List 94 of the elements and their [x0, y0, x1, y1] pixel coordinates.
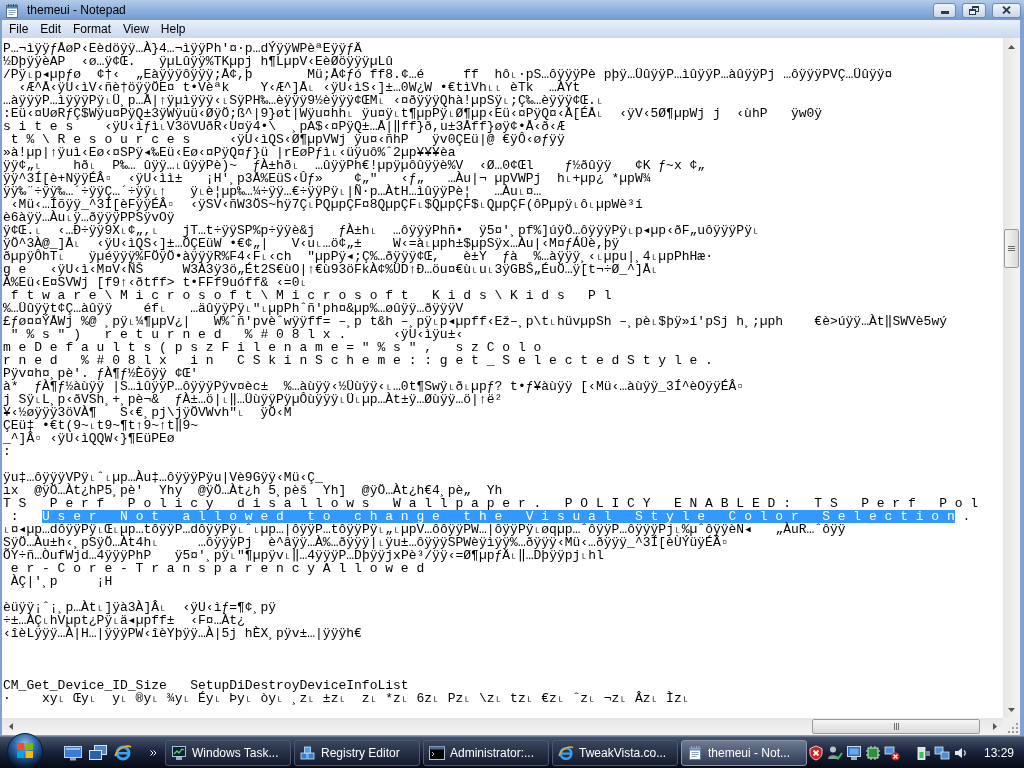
grip-icon	[893, 723, 899, 730]
text-line: ‹Æ^Å‹ÿU‹ìV‹ñè†öÿÿÖE¤ t•Vèªk Y‹Æ^]Å˪ ‹ÿU‹ìS‹]±…0W¿W •€tìVh˪˪ èTk …ÀYt	[18, 81, 581, 94]
network-icon[interactable]	[933, 744, 950, 761]
terminal-icon	[429, 744, 445, 761]
down-arrow-icon	[1008, 707, 1015, 712]
e-logo-icon	[558, 744, 574, 761]
desktop-icon[interactable]	[64, 744, 82, 761]
text-line: ÕY÷ñ…ÒufWjd…4ÿÿÿPhP ÿ5¤'¸pÿ˪"¶µpÿv˪‖…4ÿÿÿP…DþÿÿjxPè³/ÿÿ‹=Ø¶µpƒÄ˪‖…Dþÿÿpj˪hl	[3, 549, 604, 562]
text-line: .	[961, 510, 971, 523]
text-line: ÿu‡…ôÿÿÿVPÿ˪ˆ˪µp…Àu‡…ôÿÿÿPÿu|Vè9Gÿÿ‹Mü‹Ç_	[3, 471, 323, 484]
text-line: P…¬ìÿÿƒÅøP‹Eèdöÿÿ…À}4…¬ìÿÿPh'¤·p…dÝÿÿWPèªEÿÿƒÄ	[3, 42, 362, 55]
menu-item[interactable]: Format	[67, 20, 118, 38]
cubes-icon	[300, 744, 316, 761]
text-line: :	[3, 445, 11, 458]
text-line: SÿÖ…Àu±h‹¸pSÿÖ…Àt4h˪ …ôÿÿÿPj è^âÿÿ…À%…ðÿÿÿ|˪ÿu±…ôÿÿÿSPWèÿìÿÿ%…ðÿÿÿ‹Mü‹…ðÿÿÿ_^3Í[èÙÝüÿÉÂ▫	[3, 536, 729, 549]
text-line: ÿÖ^3À@_]Å˪ ‹ÿU‹ìQS‹]±…ÖÇEüW •€¢„| V‹u˪…ö¢„± W‹=à˪µph±$µpSÿx…Àu|‹M¤ƒÁÜè,þÿ	[3, 237, 620, 250]
user-check-icon[interactable]	[826, 744, 843, 761]
restore-button[interactable]	[962, 2, 986, 18]
menu-item[interactable]: Help	[154, 20, 192, 38]
security-alert-icon[interactable]	[807, 744, 824, 761]
text-line: »à!µp|↑ÿuì‹Eø‹¤SPÿ◂‰Eü‹Eø‹¤PÿQ¤ƒ}ü |rEøPƒì˪‹üÿuô%ˆ2µp¥¥¥èa	[3, 146, 456, 159]
notepad-icon	[687, 744, 703, 761]
power-plug-icon[interactable]	[914, 744, 931, 761]
text-line: è6àÿÿ…Àu˪ÿ…ðÿÿÿPPSÿvOÿ	[3, 211, 175, 224]
resize-grip-icon	[1008, 723, 1018, 733]
text-line: %…Üûÿÿt¢Ç…àûÿÿ éf˪ …äûÿÿPÿ˪"˪µpPhˆñ'ph¤&µp%…øûÿÿ…ðÿÿÿV	[3, 302, 464, 315]
text-line: :	[10, 510, 19, 523]
taskbar-button[interactable]: themeui - Not...	[681, 739, 807, 766]
text-line: g e ‹ÿU‹ì‹M¤V‹ÑŠ W3À3ÿ3ö„Ét2S€ùO|↑€ù93öFkÀ¢%ÜD↑Ð…öu¤€ù˪u˪3ÿGBŠ„ÉuÖ…ÿ[t¬÷Ø_^]Å˪	[3, 263, 659, 276]
window-title: themeui - Notepad	[27, 3, 126, 17]
text-line: · xy˪ Œy˪ y˪ ®y˪ ¾y˪ Éy˪ Þy˪ òy˪ ¸z˪ ±z˪ z˪ *z˪ 6z˪ Pz˪ \z˪ tz˪ €z˪ ˆz˪ ¬z˪ Âz˪ Ìz˪	[3, 692, 690, 705]
text-editor[interactable]	[2, 38, 1003, 718]
text-line: ‹îèLÿÿÿ…À|H…|ÿÿÿPW‹îèYþÿÿ…À|5j hÈX¸pÿv±…|ÿÿÿh€	[3, 627, 362, 640]
text-line: " % s " ) r e t u r n e d % # 0 8 l x . ‹ÿU‹ìÿu±‹	[10, 328, 464, 341]
text-line: /Pÿ˪p◂µpƒø ¢†‹ „Eàÿÿÿôÿÿÿ;Å¢,þ Mü;Å¢ƒó ff8.¢…é ff hô˪·pS…ôÿÿÿPè pþÿ…ÜûÿÿP…ìûÿÿP…àûÿÿPj …ôÿÿÿPVÇ…Üûÿÿ¤	[3, 68, 893, 81]
text-line: ½DþÿÿèAP ‹ø…ÿ¢Œ. ÿµLûÿÿ%TKµpj h¶LµpV‹EèØöÿÿÿµLû	[3, 55, 394, 68]
text-line: s i t e s ‹ÿU‹ìƒì˪V3öVUðR‹U¤ÿ4•\ ¸pA$‹¤PÿQ±…Å|‖ff}ð,u±3Åff}øÿ¢•Å‹ð‹Æ	[3, 120, 565, 133]
monitor-chart-icon	[171, 744, 187, 761]
stacked-windows-icon[interactable]	[89, 744, 107, 761]
taskbar-button[interactable]: TweakVista.co...	[552, 739, 678, 766]
text-line: ¥‹½øÿÿÿ3öVÀ¶ S‹€¸pj\jÿÖVWvh"˪ ÿÖ‹M	[3, 406, 292, 419]
text-line: ˪¤◂µp…dôÿÿPÿ˪Œ˪µp…tôÿÿP…dôÿÿPÿ˪ˆ˪µp…|ôÿÿP…tôÿÿPÿ˪„˪µpV…ôôÿÿPW…|ôÿÿPÿ˪øqµp…ˆôÿÿP…ôÿÿÿPj˪%µˆôÿÿèN◂ „ÀuR…ˆôÿÿ	[3, 523, 846, 536]
text-line: …àÿÿÿP…ìÿÿÿPÿ˪Ü¸p…Å|↑ÿµìÿÿÿ‹˪SÿPH‰…èÿÿÿ9½èÿÿÿ¢ŒM˪ ‹¤ðÿÿÿQhà!µpSÿ˪;Ç‰…èÿÿÿ¢Œ.˪	[3, 94, 604, 107]
scroll-thumb[interactable]	[1004, 229, 1019, 268]
up-arrow-icon	[1008, 44, 1015, 49]
taskbar-button[interactable]: Windows Task...	[165, 739, 291, 766]
text-line: t % \ R e s o u r c e s ‹ÿU‹ìQS‹Ø¶µpVWj ÿu¤‹ñhP ÿv0ÇEü|@ €ÿÔ‹øƒÿÿ	[10, 133, 565, 146]
monitor-icon[interactable]	[845, 744, 862, 761]
text-line: j Sÿ˪L¸p‹ðVSh¸+¸pè¬& ƒÀ±…ö|˪‖…ÜùÿÿPÿµÔùÿÿÿ˪Ü˪µp…Àt±ÿ…Øùÿÿ…ö|↑ë²	[3, 393, 503, 406]
text-line: ÷±…ÀÇ˪hVµpt¿Pÿ˪ä◂µpff± ‹F¤…Àt¿	[3, 614, 245, 627]
text-line: r n e d % # 0 8 l x i n C S k i n S c h e m e : : g e t _ S e l e c t e d S t y l e .	[3, 354, 713, 367]
left-arrow-icon	[8, 723, 13, 730]
selected-text: U s e r N o t a l l o w e d t o c h a n g e t h e V i s u a l S t y l e C o l o r S e l e c t i o n	[42, 510, 955, 523]
menu-item[interactable]: View	[117, 20, 155, 38]
double-chevron-icon[interactable]	[150, 749, 157, 756]
text-line: :Eü‹¤UøRƒÇ$Wÿu¤PÿQ±3ÿWÿuü‹ØÿÖ;ß^|9}øt|Wÿu¤hh˪ ÿu¤ÿ˪t¶µpPÿ˪Ø¶µp‹Eü‹¤PÿQ¤‹Å[ÉÅ˪ ‹ÿV‹5Ø¶µpWj j ‹ùhP ÿw0ÿ	[3, 107, 823, 120]
taskbar-button[interactable]: Administrator:...	[423, 739, 549, 766]
close-icon	[1002, 6, 1011, 14]
text-line: e r - C o r e - T r a n s p a r e n c y A l l o w e d	[10, 562, 425, 575]
text-line: èüÿÿ¡ˆ¡¸p…Àt˪]ÿà3À]Â˪ ‹ÿU‹ìƒ=¶¢¸pÿ	[3, 601, 277, 614]
text-line: ıx @ÿÖ…Àt¿hP5¸pè' Yhy @ÿÖ…Àt¿h 5¸pèš Yh] @ÿÖ…Àt¿h€4¸pè„ Yh	[3, 484, 503, 497]
text-line: ÿÿ^3Í[è+NÿÿÉÂ▫ ‹ÿU‹ìì± ¡H'¸p3Å%EüS‹Ûƒ» ¢„" ‹ƒ„ …Àu|¬ µpVWPj h˪+µp¿ *µpW¾	[3, 172, 651, 185]
text-line: ÀÇ|'¸p ¡H	[9, 575, 113, 588]
menu-item[interactable]: Edit	[34, 20, 68, 38]
chip-icon[interactable]	[864, 744, 881, 761]
right-arrow-icon	[992, 723, 997, 730]
text-line: m e D e f a u l t s ( p s z F i l e n a m e = " % s " , s z C o l o	[3, 341, 542, 354]
close-button[interactable]	[992, 2, 1021, 18]
text-line: ðµpÿÔhT˪ ÿµéÿÿÿ%FÖÿÖ•àÿÿÿR%F4‹F˪‹ch "µpPÿ◂;Ç%…ðÿÿÿ¢Œ, è±Y ƒà %…àÿÿÿ¸‹˪µpu|¸4˪µpPhHæ·	[3, 250, 713, 263]
text-line: ÇEü‡ •€t(9~˪t9~¶t↑9~↑t‖9~	[3, 419, 199, 432]
clock[interactable]: 13:29	[983, 745, 1014, 760]
text-line: Pÿv¤h¤¸pè'. ƒÀ¶ƒ½Èõÿÿ ¢Œ'	[3, 367, 199, 380]
text-line: f t w a r e \ M i c r o s o f t \ M i c r o s o f t K i d s \ K i d s P l	[10, 289, 612, 302]
text-line: CM_Get_Device_ID_Size SetupDiDestroyDeviceInfoList	[3, 679, 409, 692]
scroll-thumb[interactable]	[812, 719, 980, 734]
notepad-icon	[5, 2, 19, 18]
text-line: T S P e r f P o l i c y d i s a l l o w s W a l l p a p e r . P O L I C Y E N A B L E D : T S P e r f P o l	[3, 497, 979, 510]
text-line: À%Eü‹E¤SVWj [f9↑‹ðtff> t•FFf9uóff& ‹=0˪	[3, 276, 308, 289]
text-line: _^]Â▫ ‹ÿU‹ìQQW‹}¶EüPEø	[3, 432, 175, 445]
text-line: ÿÿ‰¨÷ÿÿ‰…´÷ÿÿÇ…´÷ÿÿ˪↑ ÿ˪è¦µp‰…¼÷ÿÿ…€÷ÿÿPÿ˪|Ñ·p…ÀtH…ìûÿÿPè¦ …Àu˪¤…	[3, 185, 542, 198]
text-line: à* ƒÀ¶ƒ½àùÿÿ |S…ìûÿÿP…ôÿÿÿPÿv¤èc± %…àùÿÿ‹½Üùÿÿ‹˪…0t¶Swÿ˪ð˪µpƒ? t•ƒ¥àùÿÿ [‹Mü‹…àùÿÿ_3Í^èOÿÿÉÂ▫	[3, 380, 745, 393]
network-error-icon[interactable]	[883, 744, 900, 761]
restore-icon	[969, 5, 979, 15]
text-line: £ƒø¤¤ÝÅWj %@ ¸pÿ˪¼¶µpV¿| W%ˆñ'pvèˆwÿÿff= –¸p t&h –¸pÿ˪p◂µpff‹Ež–¸p\t˪hüvµpSh –¸pè˪$þÿ»í'pSj h¸;µph €è>úÿÿ…Àt‖SWVè5wý	[3, 315, 947, 328]
text-line: ‹Mü‹…Íõÿÿ_^3Í[èFÿÿÉÂ▫ ‹ÿSV‹ñW3ÖS~hÿ7Ç˪PQµpÇF¤8QµpÇF˪$QµpÇF$˪QµpÇF(ôPµpÿ˪ô˪µpWè³í	[10, 198, 643, 211]
grip-icon	[1008, 246, 1015, 251]
text-line: ÿ¢Œ.˪ ‹…Ð÷ÿÿ9X˪¢„,˪ jT…t÷ÿÿSP%p÷ÿÿè&j ƒÀ±h˪ …ôÿÿÿPhñ• ÿ5¤'¸pf%]úÿÖ…ôÿÿÿPÿ˪p◂µp‹ðF„uôÿÿÿPÿ˪	[3, 224, 760, 237]
minimize-button[interactable]	[933, 2, 956, 18]
taskbar-button[interactable]: Registry Editor	[294, 739, 420, 766]
menu-item[interactable]: File	[3, 20, 35, 38]
text-line: ÿÿ¢„˪ hð˪ P‰… ûÿÿ…˪ûÿÿPè)~ ƒÀ±hð˪ …ûÿÿPh€!µpÿµôûÿÿè%V ‹Ø…0¢Œl ƒ½ðûÿÿ ¢K ƒ~x ¢„	[3, 159, 706, 172]
minimize-icon	[940, 10, 949, 14]
start-button[interactable]	[6, 732, 44, 768]
e-logo-icon[interactable]	[114, 743, 132, 762]
